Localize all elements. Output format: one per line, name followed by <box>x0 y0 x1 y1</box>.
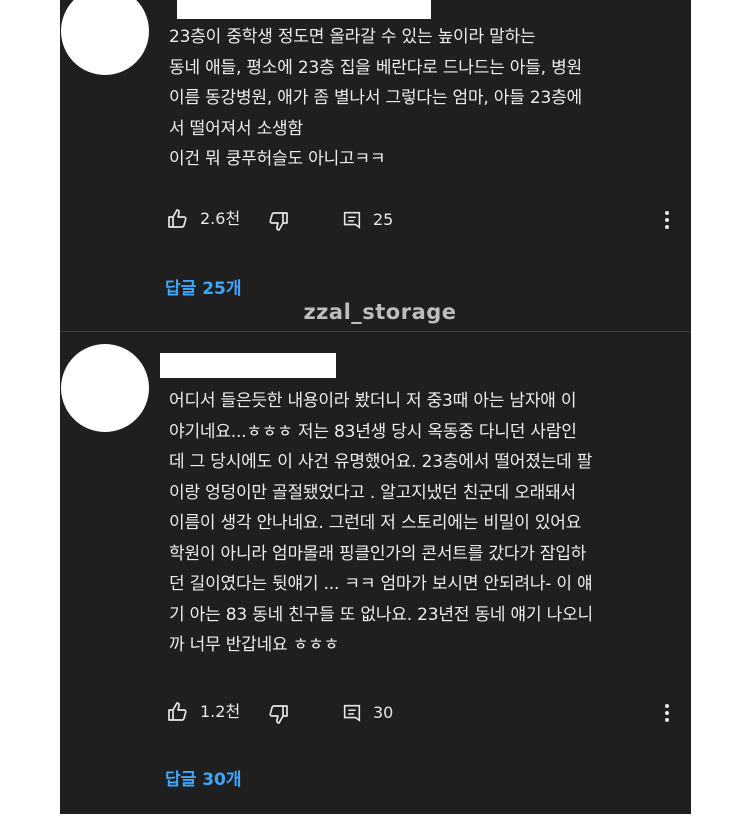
comment-line: 이름이 생각 안나네요. 그런데 저 스토리에는 비밀이 있어요 <box>169 513 582 533</box>
view-replies-link[interactable]: 답글 30개 <box>165 765 242 790</box>
comment-line: 이름 동강병원, 애가 좀 별나서 그렇다는 엄마, 아들 23층에 <box>169 88 582 108</box>
comment-line: 23층이 중학생 정도면 올라갈 수 있는 높이라 말하는 <box>169 27 536 47</box>
watermark: zzal_storage <box>303 300 457 324</box>
comment-line: 학원이 아니라 엄마몰래 핑클인가의 콘서트를 갔다가 잠입하 <box>169 543 587 564</box>
comment-text: 어디서 들은듯한 내용이라 봤더니 저 중3때 아는 남자애 이 야기네요...… <box>169 386 593 661</box>
comment-line: 이건 뭐 쿵푸허슬도 아니고ㅋㅋ <box>169 149 386 169</box>
thumbs-down-icon <box>269 705 288 724</box>
thumbs-up-icon <box>168 702 187 721</box>
comment-line: 동네 애들, 평소에 23층 집을 베란다로 드나드는 아들, 병원 <box>169 57 582 78</box>
comment-line: 어디서 들은듯한 내용이라 봤더니 저 중3때 아는 남자애 이 <box>169 391 577 411</box>
view-replies-link[interactable]: 답글 25개 <box>165 274 242 299</box>
thumbs-down-icon <box>269 212 288 231</box>
comment-line: 서 떨어져서 소생함 <box>169 118 303 139</box>
reply-button[interactable] <box>341 209 363 233</box>
thumbs-up-icon <box>168 209 187 228</box>
like-button[interactable] <box>166 700 190 724</box>
avatar[interactable] <box>61 344 149 432</box>
reply-icon <box>343 211 361 229</box>
reply-button[interactable] <box>341 702 363 726</box>
divider <box>60 331 691 332</box>
comment-line: 데 그 당시에도 이 사건 유명했어요. 23층에서 떨어졌는데 팔 <box>169 452 593 472</box>
redacted-username <box>177 0 431 19</box>
comment-line: 까 너무 반갑네요 ㅎㅎㅎ <box>169 635 340 655</box>
comment-line: 던 길이였다는 뒷얘기 ... ㅋㅋ 엄마가 보시면 안되려나- 이 얘 <box>169 574 593 594</box>
comment-text: 23층이 중학생 정도면 올라갈 수 있는 높이라 말하는 동네 애들, 평소에… <box>169 22 582 175</box>
comment-line: 이랑 엉덩이만 골절됐었다고 . 알고지냈던 친군데 오래돼서 <box>169 482 576 503</box>
comment-line: 기 아는 83 동네 친구들 또 없나요. 23년전 동네 얘기 나오니 <box>169 604 593 625</box>
comment-line: 야기네요...ㅎㅎㅎ 저는 83년생 당시 옥동중 다니던 사람인 <box>169 421 577 442</box>
reply-icon <box>343 704 361 722</box>
more-vert-icon[interactable] <box>665 704 669 725</box>
reply-count: 25 <box>373 210 394 229</box>
reply-count: 30 <box>373 703 394 722</box>
like-count: 2.6천 <box>200 209 241 228</box>
comments-panel: 23층이 중학생 정도면 올라갈 수 있는 높이라 말하는 동네 애들, 평소에… <box>60 0 691 814</box>
like-button[interactable] <box>166 207 190 231</box>
like-count: 1.2천 <box>200 702 241 721</box>
redacted-username <box>160 353 336 378</box>
dislike-button[interactable] <box>266 702 290 726</box>
more-vert-icon[interactable] <box>665 211 669 232</box>
dislike-button[interactable] <box>266 209 290 233</box>
avatar[interactable] <box>61 0 149 75</box>
